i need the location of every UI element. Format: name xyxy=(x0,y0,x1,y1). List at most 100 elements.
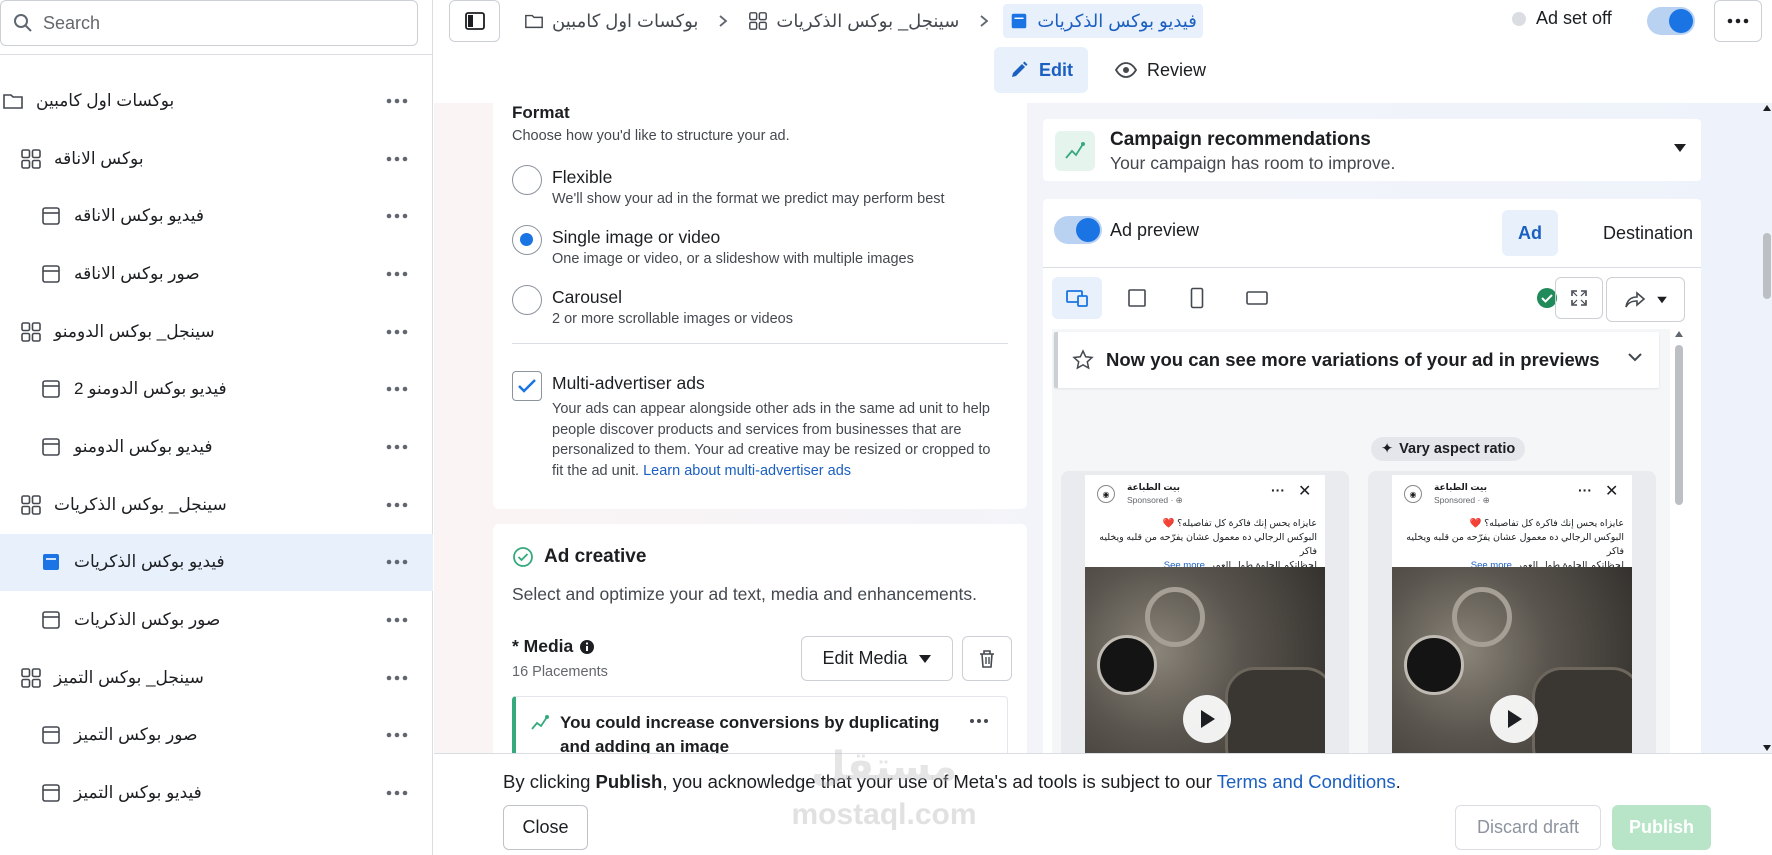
radio-single-image-video[interactable] xyxy=(512,225,542,255)
trash-icon xyxy=(980,649,994,668)
more-options-icon[interactable] xyxy=(385,614,409,626)
top-bar: بوكسات اول كامبين سينجل_ بوكس الذكريات ف… xyxy=(434,0,1772,47)
optimization-recommendation: You could increase conversions by duplic… xyxy=(512,696,1008,753)
vertical-format-button[interactable] xyxy=(1172,277,1222,319)
more-options-icon[interactable] xyxy=(385,326,409,338)
more-options-icon[interactable] xyxy=(385,499,409,511)
ad-preview-card[interactable]: ◉ بيت الطباعة Sponsored · ⊕ ··· ✕ عايزاه… xyxy=(1368,471,1656,753)
page-logo-icon: ◉ xyxy=(1404,485,1422,503)
recommendation-icon-box xyxy=(1055,131,1095,171)
learn-more-link[interactable]: Learn about multi-advertiser ads xyxy=(643,463,851,479)
ad-post: ◉ بيت الطباعة Sponsored · ⊕ ··· ✕ عايزاه… xyxy=(1392,475,1632,753)
tree-item-ad[interactable]: صور بوكس التميز xyxy=(0,707,433,765)
star-outline-icon xyxy=(1072,349,1094,370)
radio-carousel[interactable] xyxy=(512,285,542,315)
pencil-icon xyxy=(1012,61,1028,77)
multi-advertiser-label: Multi-advertiser ads xyxy=(552,373,705,393)
recommendation-sparkle-icon xyxy=(531,715,549,730)
ad-preview-toggle[interactable] xyxy=(1054,216,1102,244)
tree-item-ad-selected[interactable]: فيديو بوكس الذكريات xyxy=(0,533,433,592)
ad-icon xyxy=(42,265,60,283)
tree-item-adset[interactable]: سينجل_ بوكس الدومنو xyxy=(0,303,433,361)
preview-scroll-area[interactable]: Now you can see more variations of your … xyxy=(1052,329,1670,753)
tab-destination[interactable]: Destination xyxy=(1587,210,1709,256)
more-options-icon[interactable] xyxy=(385,672,409,684)
tree-item-ad[interactable]: صور بوكس الذكريات xyxy=(0,591,433,649)
more-options-icon[interactable] xyxy=(385,787,409,799)
option-label: Flexible xyxy=(552,167,613,187)
landscape-format-button[interactable] xyxy=(1232,277,1282,319)
publish-button[interactable]: Publish xyxy=(1612,805,1711,850)
ad-sponsored: Sponsored · ⊕ xyxy=(1434,495,1490,505)
radio-flexible[interactable] xyxy=(512,165,542,195)
tree-item-adset[interactable]: سينجل_ بوكس الذكريات xyxy=(0,476,433,534)
tab-edit[interactable]: Edit xyxy=(994,47,1088,93)
more-options-icon[interactable] xyxy=(385,441,409,453)
toggle-sidebar-button[interactable] xyxy=(449,0,500,42)
tree-item-ad[interactable]: فيديو بوكس التميز xyxy=(0,764,433,822)
terms-link[interactable]: Terms and Conditions xyxy=(1217,771,1396,792)
ad-line: البوكس الرجالي ده معمول عشان يفرّحه من ق… xyxy=(1406,532,1624,557)
more-options-icon[interactable] xyxy=(385,153,409,165)
discard-draft-button[interactable]: Discard draft xyxy=(1455,805,1601,850)
edit-media-button[interactable]: Edit Media xyxy=(801,636,953,681)
breadcrumb-campaign[interactable]: بوكسات اول كامبين xyxy=(518,4,704,38)
placements-count: 16 Placements xyxy=(512,664,608,680)
legal-bold: Publish xyxy=(595,771,663,792)
editor-scrollbar[interactable] xyxy=(1762,103,1772,753)
info-icon[interactable] xyxy=(579,639,595,655)
tree-item-ad[interactable]: فيديو بوكس الاناقه xyxy=(0,187,433,245)
delete-media-button[interactable] xyxy=(962,636,1012,681)
preview-scrollbar[interactable] xyxy=(1673,329,1685,753)
more-options-icon[interactable] xyxy=(385,556,409,568)
ad-preview-card[interactable]: ◉ بيت الطباعة Sponsored · ⊕ ··· ✕ عايزاه… xyxy=(1061,471,1349,753)
variations-banner[interactable]: Now you can see more variations of your … xyxy=(1054,332,1659,388)
tree-item-adset[interactable]: بوكس الاناقه xyxy=(0,130,433,188)
more-actions-button[interactable] xyxy=(1714,0,1762,42)
breadcrumb-adset[interactable]: سينجل_ بوكس الذكريات xyxy=(742,4,965,38)
adset-status-label: Ad set off xyxy=(1536,8,1612,28)
status-dot-icon xyxy=(1512,11,1526,26)
tree-item-label: فيديو بوكس الاناقه xyxy=(74,206,204,226)
more-options-icon: ··· xyxy=(1578,482,1592,498)
tab-review[interactable]: Review xyxy=(1100,47,1221,93)
share-preview-button[interactable] xyxy=(1606,277,1685,322)
tree-item-ad[interactable]: 2 فيديو بوكس الدومنو xyxy=(0,360,433,418)
expand-preview-button[interactable] xyxy=(1555,277,1603,319)
multi-advertiser-checkbox[interactable] xyxy=(512,371,542,401)
play-icon xyxy=(1490,695,1538,743)
search-input[interactable] xyxy=(43,12,383,34)
campaign-recommendations[interactable]: Campaign recommendations Your campaign h… xyxy=(1043,119,1701,181)
landscape-icon xyxy=(1246,291,1268,305)
tree-item-label: بوكس الاناقه xyxy=(54,148,144,168)
publish-footer: By clicking Publish, you acknowledge tha… xyxy=(434,753,1772,855)
sparkle-icon: ✦ xyxy=(1381,441,1394,457)
chevron-right-icon xyxy=(719,15,728,27)
toggle-knob xyxy=(1669,9,1693,33)
more-options-icon[interactable] xyxy=(969,717,989,725)
more-options-icon[interactable] xyxy=(385,210,409,222)
more-options-icon[interactable] xyxy=(385,729,409,741)
square-format-button[interactable] xyxy=(1112,277,1162,319)
divider xyxy=(512,343,1008,344)
adset-toggle-switch[interactable] xyxy=(1647,7,1695,35)
devices-icon xyxy=(1066,290,1088,307)
more-options-icon[interactable] xyxy=(385,268,409,280)
more-options-icon[interactable] xyxy=(385,383,409,395)
close-button[interactable]: Close xyxy=(503,805,588,850)
box-shape xyxy=(1225,667,1325,753)
divider xyxy=(1043,267,1701,268)
tree-item-campaign[interactable]: بوكسات اول كامبين xyxy=(0,72,433,130)
caret-down-icon[interactable] xyxy=(1673,143,1687,153)
breadcrumb-campaign-label: بوكسات اول كامبين xyxy=(552,10,699,31)
tree-item-ad[interactable]: فيديو بوكس الدومنو xyxy=(0,418,433,476)
more-options-icon[interactable] xyxy=(385,95,409,107)
ad-icon xyxy=(42,611,60,629)
all-placements-button[interactable] xyxy=(1052,277,1102,319)
tree-item-adset[interactable]: سينجل_ بوكس التميز xyxy=(0,649,433,707)
breadcrumb-ad[interactable]: فيديو بوكس الذكريات xyxy=(1003,4,1203,38)
tab-ad[interactable]: Ad xyxy=(1502,210,1558,256)
search-box[interactable] xyxy=(0,0,418,46)
ad-post: ◉ بيت الطباعة Sponsored · ⊕ ··· ✕ عايزاه… xyxy=(1085,475,1325,753)
tree-item-ad[interactable]: صور بوكس الاناقه xyxy=(0,245,433,303)
